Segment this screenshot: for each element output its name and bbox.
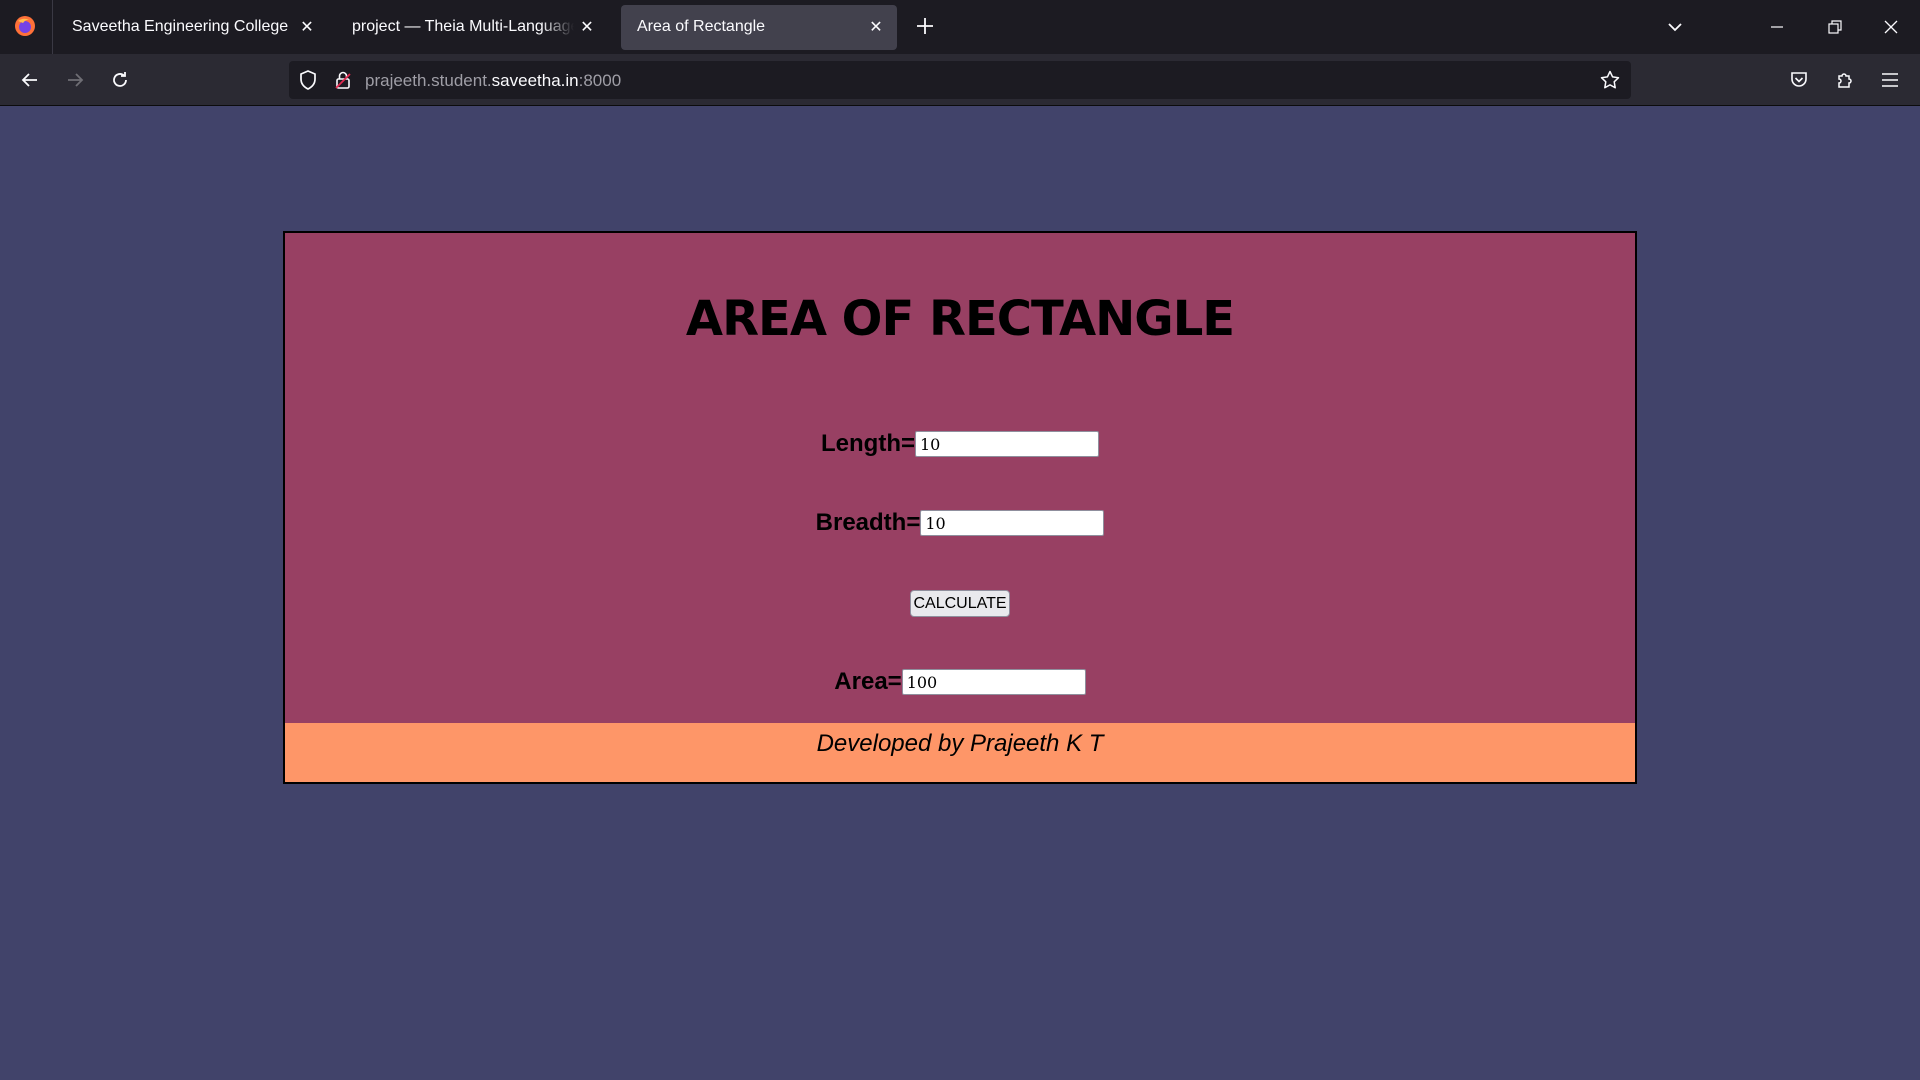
star-icon[interactable] (1599, 69, 1621, 91)
tab-title: project — Theia Multi-Language Ex (352, 18, 574, 35)
tab-title: Saveetha Engineering College (72, 18, 289, 35)
pocket-icon[interactable] (1784, 65, 1814, 95)
footer-credit: Developed by Prajeeth K T (816, 730, 1104, 757)
close-icon[interactable]: ✕ (296, 16, 318, 38)
length-input[interactable] (915, 431, 1099, 457)
reload-icon[interactable] (105, 65, 135, 95)
breadth-row: Breadth= (285, 509, 1635, 537)
back-arrow-icon[interactable] (15, 65, 45, 95)
calculate-row: CALCULATE (285, 590, 1635, 617)
url-suffix: :8000 (578, 71, 622, 90)
page-title: AREA OF RECTANGLE (685, 291, 1235, 347)
puzzle-icon[interactable] (1830, 65, 1860, 95)
firefox-logo-icon[interactable] (14, 15, 36, 37)
close-icon[interactable]: ✕ (576, 16, 598, 38)
tab-separator (52, 0, 53, 54)
tab-area-of-rectangle[interactable]: Area of Rectangle ✕ (621, 5, 897, 50)
hamburger-icon[interactable] (1875, 65, 1905, 95)
tab-bar: Saveetha Engineering College ✕ project —… (0, 0, 1920, 54)
breadth-input[interactable] (920, 510, 1105, 536)
url-text[interactable]: prajeeth.student.saveetha.in:8000 (365, 71, 621, 91)
forward-arrow-icon[interactable] (60, 65, 90, 95)
tab-title: Area of Rectangle (637, 18, 766, 35)
area-row: Area= (285, 668, 1635, 696)
length-row: Length= (285, 430, 1635, 458)
lock-icon[interactable] (332, 69, 354, 91)
plus-icon[interactable] (912, 13, 938, 39)
breadth-label: Breadth= (815, 509, 921, 536)
navigation-toolbar: prajeeth.student.saveetha.in:8000 (0, 54, 1920, 106)
close-icon[interactable] (1876, 12, 1906, 42)
footer: Developed by Prajeeth K T (285, 723, 1635, 782)
calculate-button[interactable]: CALCULATE (910, 590, 1010, 617)
length-label: Length= (821, 430, 915, 457)
restore-icon[interactable] (1820, 12, 1850, 42)
area-label: Area= (834, 668, 902, 695)
area-output[interactable] (901, 669, 1086, 695)
minimize-icon[interactable] (1762, 12, 1792, 42)
chevron-down-icon[interactable] (1660, 12, 1690, 42)
tab-saveetha[interactable]: Saveetha Engineering College ✕ (56, 5, 328, 50)
page-viewport: AREA OF RECTANGLE Length= Breadth= CALCU… (0, 107, 1920, 1080)
close-icon[interactable]: ✕ (865, 16, 887, 38)
url-bar[interactable]: prajeeth.student.saveetha.in:8000 (289, 61, 1631, 99)
shield-icon[interactable] (297, 69, 319, 91)
tab-project[interactable]: project — Theia Multi-Language Ex ✕ (336, 5, 608, 50)
url-prefix: prajeeth.student. (365, 71, 492, 90)
calculator-card: AREA OF RECTANGLE Length= Breadth= CALCU… (283, 231, 1637, 784)
url-domain: saveetha.in (491, 71, 579, 90)
